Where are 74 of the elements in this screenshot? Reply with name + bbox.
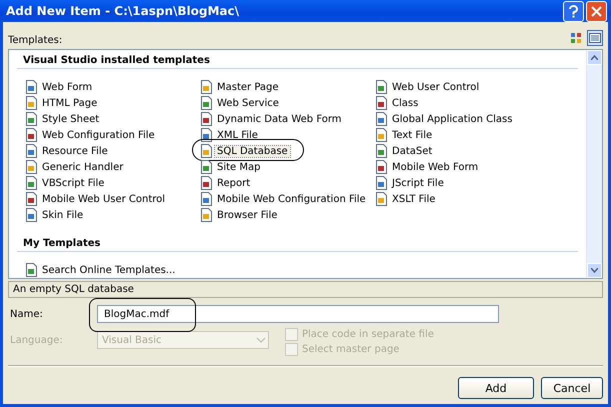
help-button[interactable] (563, 0, 584, 22)
document-icon (25, 160, 38, 174)
document-icon (375, 160, 388, 174)
template-item[interactable]: Global Application Class (390, 114, 514, 124)
template-item[interactable]: Web User Control (390, 82, 482, 92)
template-item[interactable]: Web Configuration File (40, 130, 157, 140)
description-text: An empty SQL database (8, 281, 603, 298)
template-item[interactable]: SQL Database (215, 146, 290, 156)
document-icon (200, 96, 213, 110)
document-icon (375, 144, 388, 158)
template-item[interactable]: Resource File (40, 146, 110, 156)
template-item[interactable]: Dynamic Data Web Form (215, 114, 344, 124)
section-header: Visual Studio installed templates (17, 52, 578, 69)
template-item[interactable]: Report (215, 178, 252, 188)
templates-label: Templates: (8, 35, 62, 46)
template-item[interactable]: VBScript File (40, 178, 106, 188)
language-label: Language: (9, 334, 64, 346)
close-button[interactable] (586, 0, 607, 22)
template-item[interactable]: Mobile Web Configuration File (215, 194, 368, 204)
document-icon (200, 144, 213, 158)
document-icon (200, 80, 213, 94)
view-toggle-button[interactable] (568, 30, 584, 46)
document-icon (25, 128, 38, 142)
scroll-down-icon (591, 268, 598, 273)
document-icon (375, 128, 388, 142)
view-toggle-button[interactable] (587, 30, 603, 46)
checkbox-label: Place code in separate file (302, 329, 434, 340)
document-icon (25, 112, 38, 126)
name-label: Name: (9, 308, 44, 320)
document-icon (200, 176, 213, 190)
template-item[interactable]: Style Sheet (40, 114, 102, 124)
document-icon (375, 96, 388, 110)
document-icon (200, 160, 213, 174)
window-title: Add New Item - C:\1aspn\BlogMac\ (6, 4, 240, 18)
document-icon (375, 192, 388, 206)
document-icon (25, 208, 38, 222)
scrollbar[interactable] (586, 50, 602, 278)
template-item[interactable]: Mobile Web User Control (40, 194, 168, 204)
document-icon (25, 144, 38, 158)
document-icon (200, 208, 213, 222)
template-item[interactable]: Skin File (40, 210, 86, 220)
document-icon (375, 112, 388, 126)
template-item[interactable]: Generic Handler (40, 162, 126, 172)
template-item[interactable]: Master Page (215, 82, 281, 92)
section-header: My Templates (17, 235, 578, 252)
document-icon (200, 128, 213, 142)
question-icon (568, 4, 579, 18)
template-item[interactable]: Web Form (40, 82, 94, 92)
name-field[interactable]: BlogMac.mdf (97, 305, 499, 323)
template-item[interactable]: Text File (390, 130, 434, 140)
document-icon (200, 192, 213, 206)
document-icon (25, 80, 38, 94)
document-icon (25, 192, 38, 206)
checkbox-label: Select master page (302, 344, 400, 355)
template-item[interactable]: Mobile Web Form (390, 162, 480, 172)
template-item[interactable]: Search Online Templates... (40, 264, 178, 276)
document-icon (25, 96, 38, 110)
dialog-button[interactable]: Cancel (541, 377, 603, 399)
template-item[interactable]: DataSet (390, 146, 434, 156)
dialog-button[interactable]: Add (458, 377, 534, 399)
template-item[interactable]: XSLT File (390, 194, 438, 204)
template-item[interactable]: Site Map (215, 162, 262, 172)
scroll-up-icon (591, 55, 598, 60)
document-icon (200, 112, 213, 126)
template-item[interactable]: Class (390, 98, 420, 108)
template-item[interactable]: HTML Page (40, 98, 100, 108)
document-icon (375, 80, 388, 94)
template-item[interactable]: Web Service (215, 98, 281, 108)
template-item[interactable]: JScript File (390, 178, 446, 188)
document-icon (25, 176, 38, 190)
template-item[interactable]: Browser File (215, 210, 280, 220)
template-item[interactable]: XML File (215, 130, 260, 140)
document-icon (375, 176, 388, 190)
close-icon (591, 6, 602, 16)
